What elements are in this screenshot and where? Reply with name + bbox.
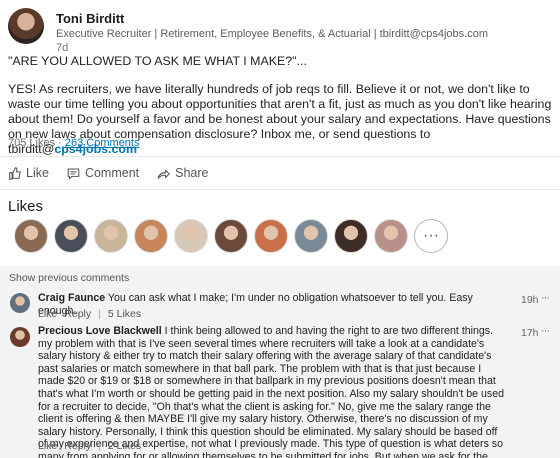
show-previous-comments-link[interactable]: Show previous comments [9,272,129,284]
comment-icon [67,168,80,179]
liker-avatar[interactable] [174,219,208,253]
like-button[interactable]: Like [8,164,49,182]
comment-body: I think being allowed to and having the … [38,325,504,458]
liker-avatar[interactable] [14,219,48,253]
post-stats: 705 Likes · 263 Comments [8,137,139,149]
likes-count[interactable]: 705 Likes [8,137,55,149]
post-header: Toni Birditt Executive Recruiter | Retir… [8,8,552,54]
liker-avatar[interactable] [254,219,288,253]
comment-like-link[interactable]: Like [38,440,57,452]
comments-section: Show previous comments Craig Faunce You … [0,266,560,458]
commenter-avatar[interactable] [10,293,30,313]
commenter-name[interactable]: Precious Love Blackwell [38,325,162,337]
comment-button[interactable]: Comment [67,164,139,182]
share-label: Share [175,166,209,180]
liker-avatar[interactable] [94,219,128,253]
divider [0,156,560,157]
liker-avatar[interactable] [374,219,408,253]
liker-avatar[interactable] [214,219,248,253]
comment-likes-count[interactable]: 2 Likes [108,440,141,452]
comment-actions: Like Reply | 2 Likes [38,440,141,452]
post-body: "ARE YOU ALLOWED TO ASK ME WHAT I MAKE?"… [8,54,554,170]
like-label: Like [26,166,49,180]
comment-actions: Like Reply | 5 Likes [38,308,141,320]
commenter-name[interactable]: Craig Faunce [38,292,105,304]
post-time: 7d [56,42,69,54]
comment-reply-link[interactable]: Reply [64,308,91,320]
comment-likes-count[interactable]: 5 Likes [108,308,141,320]
likers-row: ··· [14,219,448,253]
liker-avatar[interactable] [294,219,328,253]
comment-time: 17h [521,327,539,339]
comment-more-icon[interactable]: ··· [541,292,550,304]
liker-avatar[interactable] [334,219,368,253]
share-arrow-icon [157,169,170,179]
more-likers-button[interactable]: ··· [414,219,448,253]
post-headline: "ARE YOU ALLOWED TO ASK ME WHAT I MAKE?"… [8,54,307,68]
divider [0,189,560,190]
comment-more-icon[interactable]: ··· [541,325,550,337]
comments-count-link[interactable]: 263 Comments [65,137,140,149]
comment-like-link[interactable]: Like [38,308,57,320]
liker-avatar[interactable] [54,219,88,253]
comment-actions-separator: | [98,440,101,452]
commenter-avatar[interactable] [10,327,30,347]
likes-title: Likes [8,198,44,215]
author-name[interactable]: Toni Birditt [56,11,124,26]
author-avatar[interactable] [8,8,44,44]
liker-avatar[interactable] [134,219,168,253]
action-bar: Like Comment Share [8,164,208,182]
comment-actions-separator: | [98,308,101,320]
comment-reply-link[interactable]: Reply [64,440,91,452]
comment-time: 19h [521,294,539,306]
thumbs-up-icon [9,166,21,180]
author-headline: Executive Recruiter | Retirement, Employ… [56,28,489,40]
comment-label: Comment [84,166,140,180]
comment-text: Precious Love Blackwell I think being al… [38,325,504,458]
share-button[interactable]: Share [157,164,208,182]
stats-separator: · [58,137,62,149]
